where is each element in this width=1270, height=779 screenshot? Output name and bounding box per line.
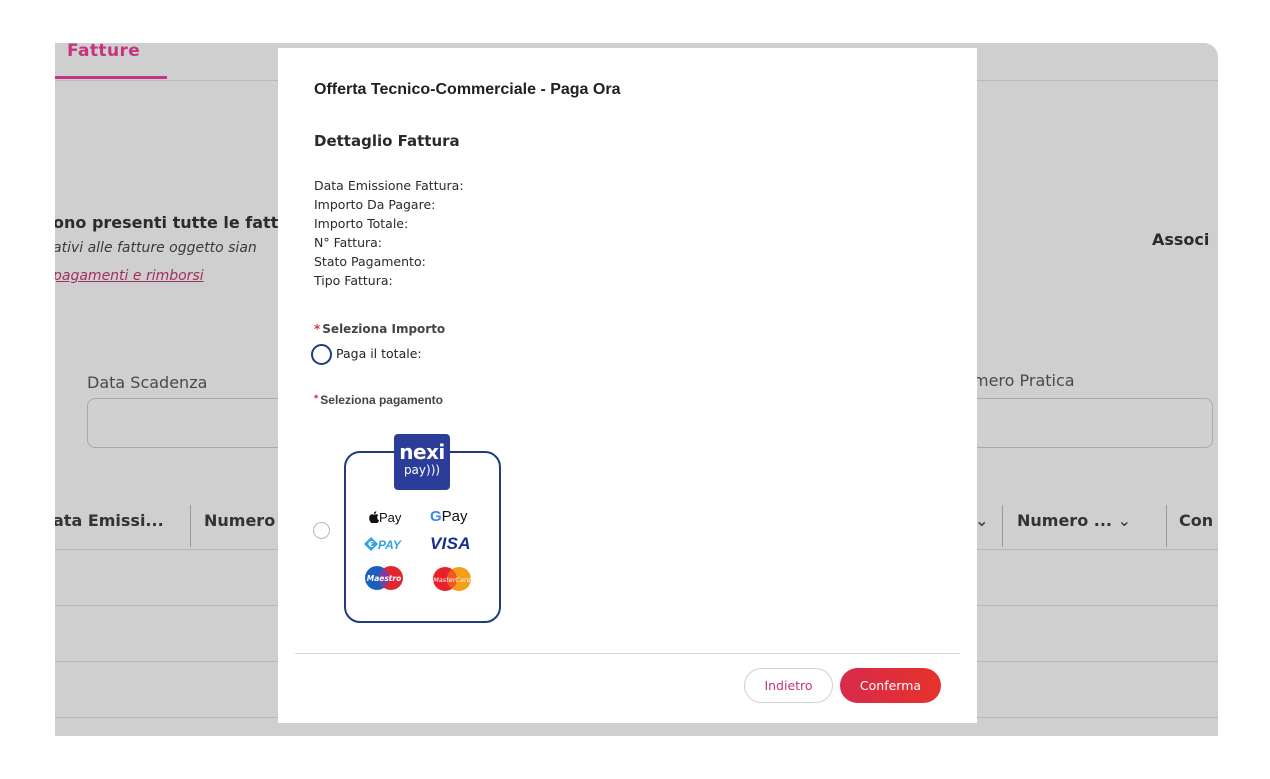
select-amount-label: * Seleziona Importo bbox=[314, 322, 445, 336]
required-star: * bbox=[314, 393, 319, 405]
chevron-down-icon: ⌄ bbox=[1117, 511, 1131, 530]
mastercard-text: MasterCard bbox=[433, 576, 471, 584]
practice-number-label: mero Pratica bbox=[973, 371, 1075, 390]
column-separator bbox=[1002, 505, 1003, 547]
invoice-detail-list: Data Emissione Fattura: Importo Da Pagar… bbox=[314, 177, 464, 290]
footer-divider bbox=[295, 653, 960, 654]
column-sort-chevron-icon[interactable]: ⌄ bbox=[975, 511, 988, 530]
active-tab-indicator bbox=[55, 76, 167, 79]
maestro-logo: Maestro bbox=[365, 566, 403, 590]
epay-logo: € PAY bbox=[364, 537, 401, 552]
epay-icon: € bbox=[364, 537, 378, 551]
mastercard-logo: MasterCard bbox=[433, 567, 472, 591]
maestro-text: Maestro bbox=[367, 574, 402, 583]
select-payment-text: Seleziona pagamento bbox=[320, 393, 443, 407]
pay-total-label: Paga il totale: bbox=[336, 346, 422, 361]
notice-heading: ono presenti tutte le fatt bbox=[55, 213, 279, 232]
detail-emission-date: Data Emissione Fattura: bbox=[314, 178, 464, 193]
required-star: * bbox=[314, 322, 321, 336]
google-pay-text: Pay bbox=[441, 508, 468, 525]
apple-icon bbox=[369, 511, 379, 524]
associate-heading: Associ bbox=[1152, 230, 1210, 249]
column-header-number-2-label: Numero ... bbox=[1017, 511, 1112, 530]
detail-total-amount: Importo Totale: bbox=[314, 215, 409, 231]
epay-text: PAY bbox=[378, 538, 401, 552]
contactless-icon: ))) bbox=[426, 463, 441, 477]
select-payment-label: * Seleziona pagamento bbox=[314, 393, 443, 407]
column-header-emission-date[interactable]: ata Emissi... bbox=[55, 511, 164, 530]
pay-total-radio[interactable] bbox=[311, 344, 332, 365]
select-amount-text: Seleziona Importo bbox=[322, 322, 446, 336]
nexi-pay-radio[interactable] bbox=[313, 522, 330, 539]
svg-text:€: € bbox=[367, 540, 374, 549]
nexi-brand-sub: pay))) bbox=[394, 463, 450, 477]
due-date-label: Data Scadenza bbox=[87, 373, 208, 392]
detail-payment-status: Stato Pagamento: bbox=[314, 253, 426, 269]
detail-invoice-type: Tipo Fattura: bbox=[314, 272, 393, 288]
apple-pay-text: Pay bbox=[379, 510, 402, 525]
detail-amount-due: Importo Da Pagare: bbox=[314, 196, 436, 212]
notice-text: ativi alle fatture oggetto sian bbox=[55, 240, 257, 256]
detail-invoice-number: N° Fattura: bbox=[314, 234, 383, 250]
google-g-icon: G bbox=[430, 508, 442, 525]
invoice-detail-title: Dettaglio Fattura bbox=[314, 132, 460, 150]
nexi-pay-text: pay bbox=[403, 463, 427, 477]
nexi-pay-logo: nexi pay))) bbox=[394, 434, 450, 490]
modal-title: Offerta Tecnico-Commerciale - Paga Ora bbox=[314, 81, 621, 98]
column-header-number-2[interactable]: Numero ... ⌄ bbox=[1017, 511, 1131, 530]
column-header-con[interactable]: Con bbox=[1179, 511, 1213, 530]
tab-fatture[interactable]: Fatture bbox=[67, 43, 140, 61]
nexi-brand-name: nexi bbox=[399, 440, 445, 464]
google-pay-logo: GPay bbox=[430, 508, 468, 525]
visa-logo: VISA bbox=[430, 534, 471, 553]
back-button[interactable]: Indietro bbox=[744, 668, 833, 703]
column-separator bbox=[190, 505, 191, 547]
column-separator bbox=[1166, 505, 1167, 547]
apple-pay-logo: Pay bbox=[369, 510, 401, 525]
column-header-number[interactable]: Numero bbox=[204, 511, 275, 530]
payments-refunds-link[interactable]: pagamenti e rimborsi bbox=[55, 268, 204, 284]
confirm-button[interactable]: Conferma bbox=[840, 668, 941, 703]
payment-modal: Offerta Tecnico-Commerciale - Paga Ora D… bbox=[278, 48, 977, 723]
